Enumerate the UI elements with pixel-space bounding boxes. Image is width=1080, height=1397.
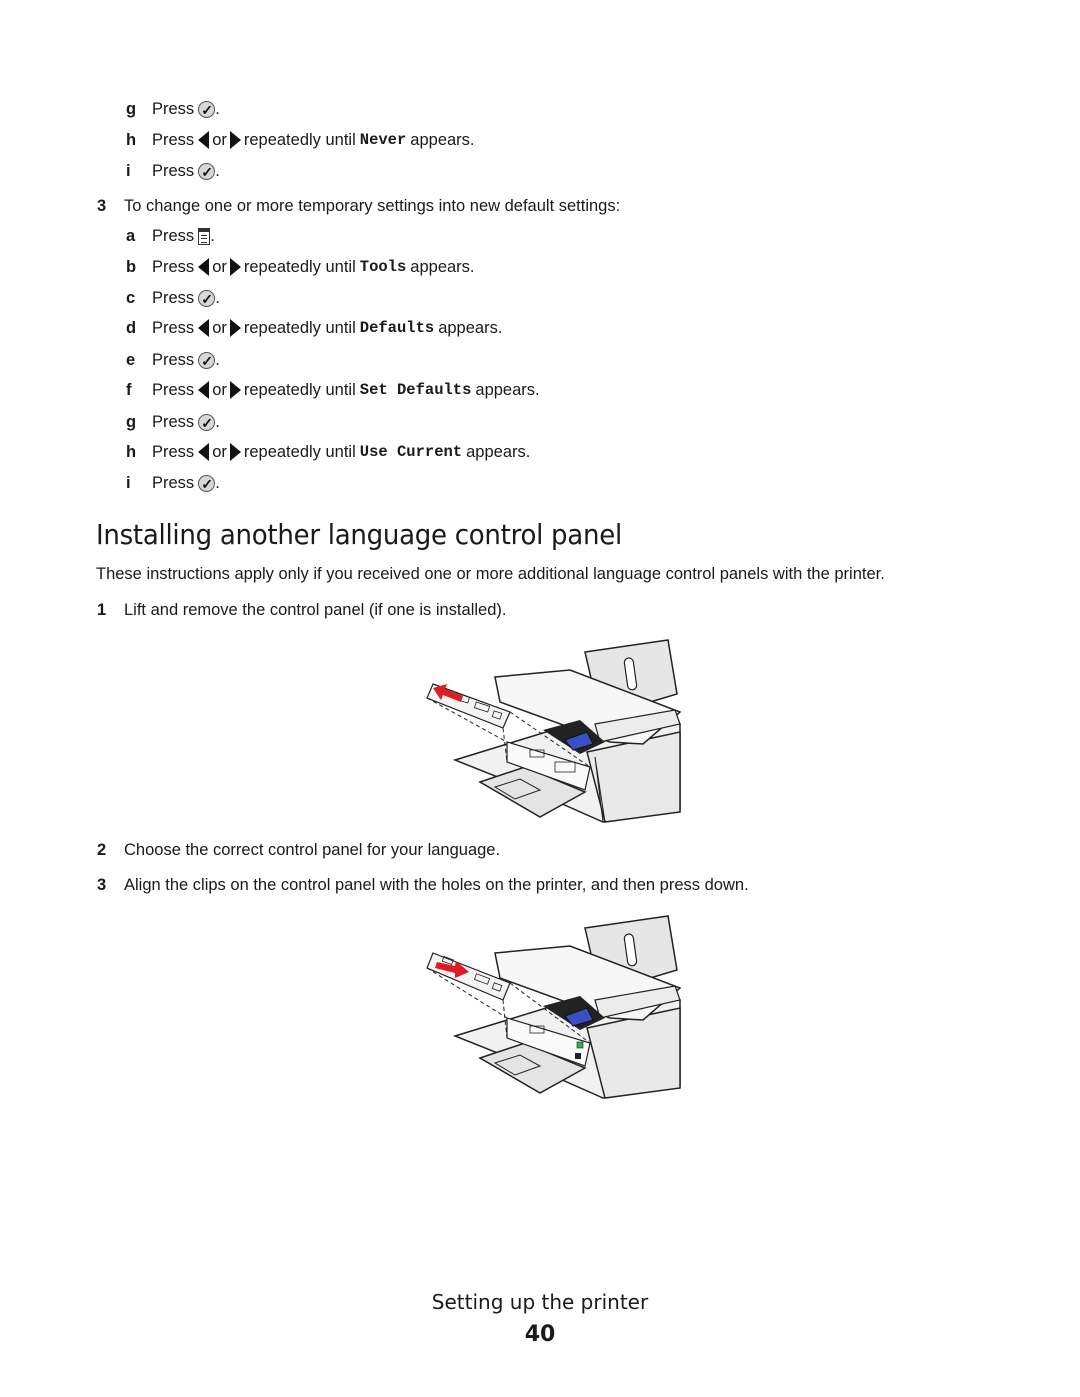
step-period: . [215, 351, 220, 369]
step-text: Press [152, 443, 195, 461]
substep-e: e Press . [126, 350, 220, 371]
step-text: Press [152, 289, 195, 307]
substep-b: b Press or repeatedly until Tools appear… [126, 257, 475, 277]
step-h-top: h Press or repeatedly until Never appear… [126, 130, 475, 150]
display-value: Use Current [359, 443, 463, 461]
install-step-3: 3 Align the clips on the control panel w… [97, 875, 749, 895]
until-text: repeatedly until [243, 381, 356, 399]
step-number: 1 [97, 601, 107, 619]
menu-button-icon [198, 227, 211, 245]
step-period: . [215, 289, 220, 307]
substep-d: d Press or repeatedly until Defaults app… [126, 318, 502, 338]
step-period: . [215, 474, 220, 492]
substep-i: i Press . [126, 473, 220, 494]
step-g-top: g Press . [126, 99, 220, 120]
display-value: Defaults [359, 319, 435, 337]
until-text: repeatedly until [243, 443, 356, 461]
printer-remove-panel-illustration [426, 639, 682, 823]
left-arrow-icon [198, 131, 210, 149]
step-period: . [215, 413, 220, 431]
step-text: Choose the correct control panel for you… [124, 841, 501, 859]
right-arrow-icon [229, 131, 241, 149]
until-text: repeatedly until [243, 131, 356, 149]
select-check-icon [198, 100, 216, 120]
step-text: Press [152, 227, 195, 245]
intro-paragraph: These instructions apply only if you rec… [96, 565, 885, 583]
display-value: Set Defaults [359, 381, 472, 399]
step-marker: e [126, 351, 136, 369]
step-text: Press [152, 100, 195, 118]
left-arrow-icon [198, 258, 210, 276]
or-text: or [212, 131, 227, 149]
step-text: Lift and remove the control panel (if on… [124, 601, 507, 619]
step-number: 3 [97, 197, 107, 215]
left-arrow-icon [198, 381, 210, 399]
step-i-top: i Press . [126, 161, 220, 182]
step-text: Press [152, 162, 195, 180]
step-text: Press [152, 351, 195, 369]
until-text: repeatedly until [243, 258, 356, 276]
step-text: Press [152, 319, 195, 337]
appears-text: appears. [475, 381, 540, 399]
step-text: Press [152, 474, 195, 492]
section-heading: Installing another language control pane… [96, 518, 622, 551]
step-marker: a [126, 227, 136, 245]
footer-section-title: Setting up the printer [431, 1290, 649, 1314]
step-marker: c [126, 289, 136, 307]
step-text: Press [152, 381, 195, 399]
step-text: Press [152, 413, 195, 431]
select-check-icon [198, 289, 216, 309]
step-marker: d [126, 319, 137, 337]
right-arrow-icon [229, 381, 241, 399]
step-number: 3 [97, 876, 107, 894]
select-check-icon [198, 351, 216, 371]
or-text: or [212, 319, 227, 337]
step-number: 2 [97, 841, 107, 859]
substep-f: f Press or repeatedly until Set Defaults… [126, 380, 540, 400]
step-marker: g [126, 413, 137, 431]
substep-h: h Press or repeatedly until Use Current … [126, 442, 530, 462]
step-marker: i [126, 162, 131, 180]
select-check-icon [198, 474, 216, 494]
appears-text: appears. [410, 258, 475, 276]
right-arrow-icon [229, 258, 241, 276]
right-arrow-icon [229, 443, 241, 461]
select-check-icon [198, 162, 216, 182]
step-text: Press [152, 131, 195, 149]
install-step-2: 2 Choose the correct control panel for y… [97, 840, 500, 860]
left-arrow-icon [198, 443, 210, 461]
substep-g: g Press . [126, 412, 220, 433]
appears-text: appears. [438, 319, 503, 337]
until-text: repeatedly until [243, 319, 356, 337]
left-arrow-icon [198, 319, 210, 337]
step-period: . [210, 227, 215, 245]
step-marker: b [126, 258, 137, 276]
step-marker: h [126, 131, 137, 149]
appears-text: appears. [466, 443, 531, 461]
step-marker: h [126, 443, 137, 461]
or-text: or [212, 443, 227, 461]
step-marker: f [126, 381, 132, 399]
step-period: . [215, 162, 220, 180]
or-text: or [212, 381, 227, 399]
select-check-icon [198, 413, 216, 433]
display-value: Never [359, 131, 407, 149]
step-text: Press [152, 258, 195, 276]
step-marker: i [126, 474, 131, 492]
or-text: or [212, 258, 227, 276]
display-value: Tools [359, 258, 407, 276]
step-marker: g [126, 100, 137, 118]
step-period: . [215, 100, 220, 118]
right-arrow-icon [229, 319, 241, 337]
appears-text: appears. [410, 131, 475, 149]
step-text: Align the clips on the control panel wit… [124, 876, 749, 894]
printer-install-panel-illustration [426, 915, 682, 1099]
page-number: 40 [524, 1322, 556, 1347]
step-text: To change one or more temporary settings… [124, 197, 621, 215]
step-3: 3 To change one or more temporary settin… [97, 196, 620, 216]
install-step-1: 1 Lift and remove the control panel (if … [97, 600, 506, 620]
substep-a: a Press . [126, 226, 215, 246]
substep-c: c Press . [126, 288, 220, 309]
